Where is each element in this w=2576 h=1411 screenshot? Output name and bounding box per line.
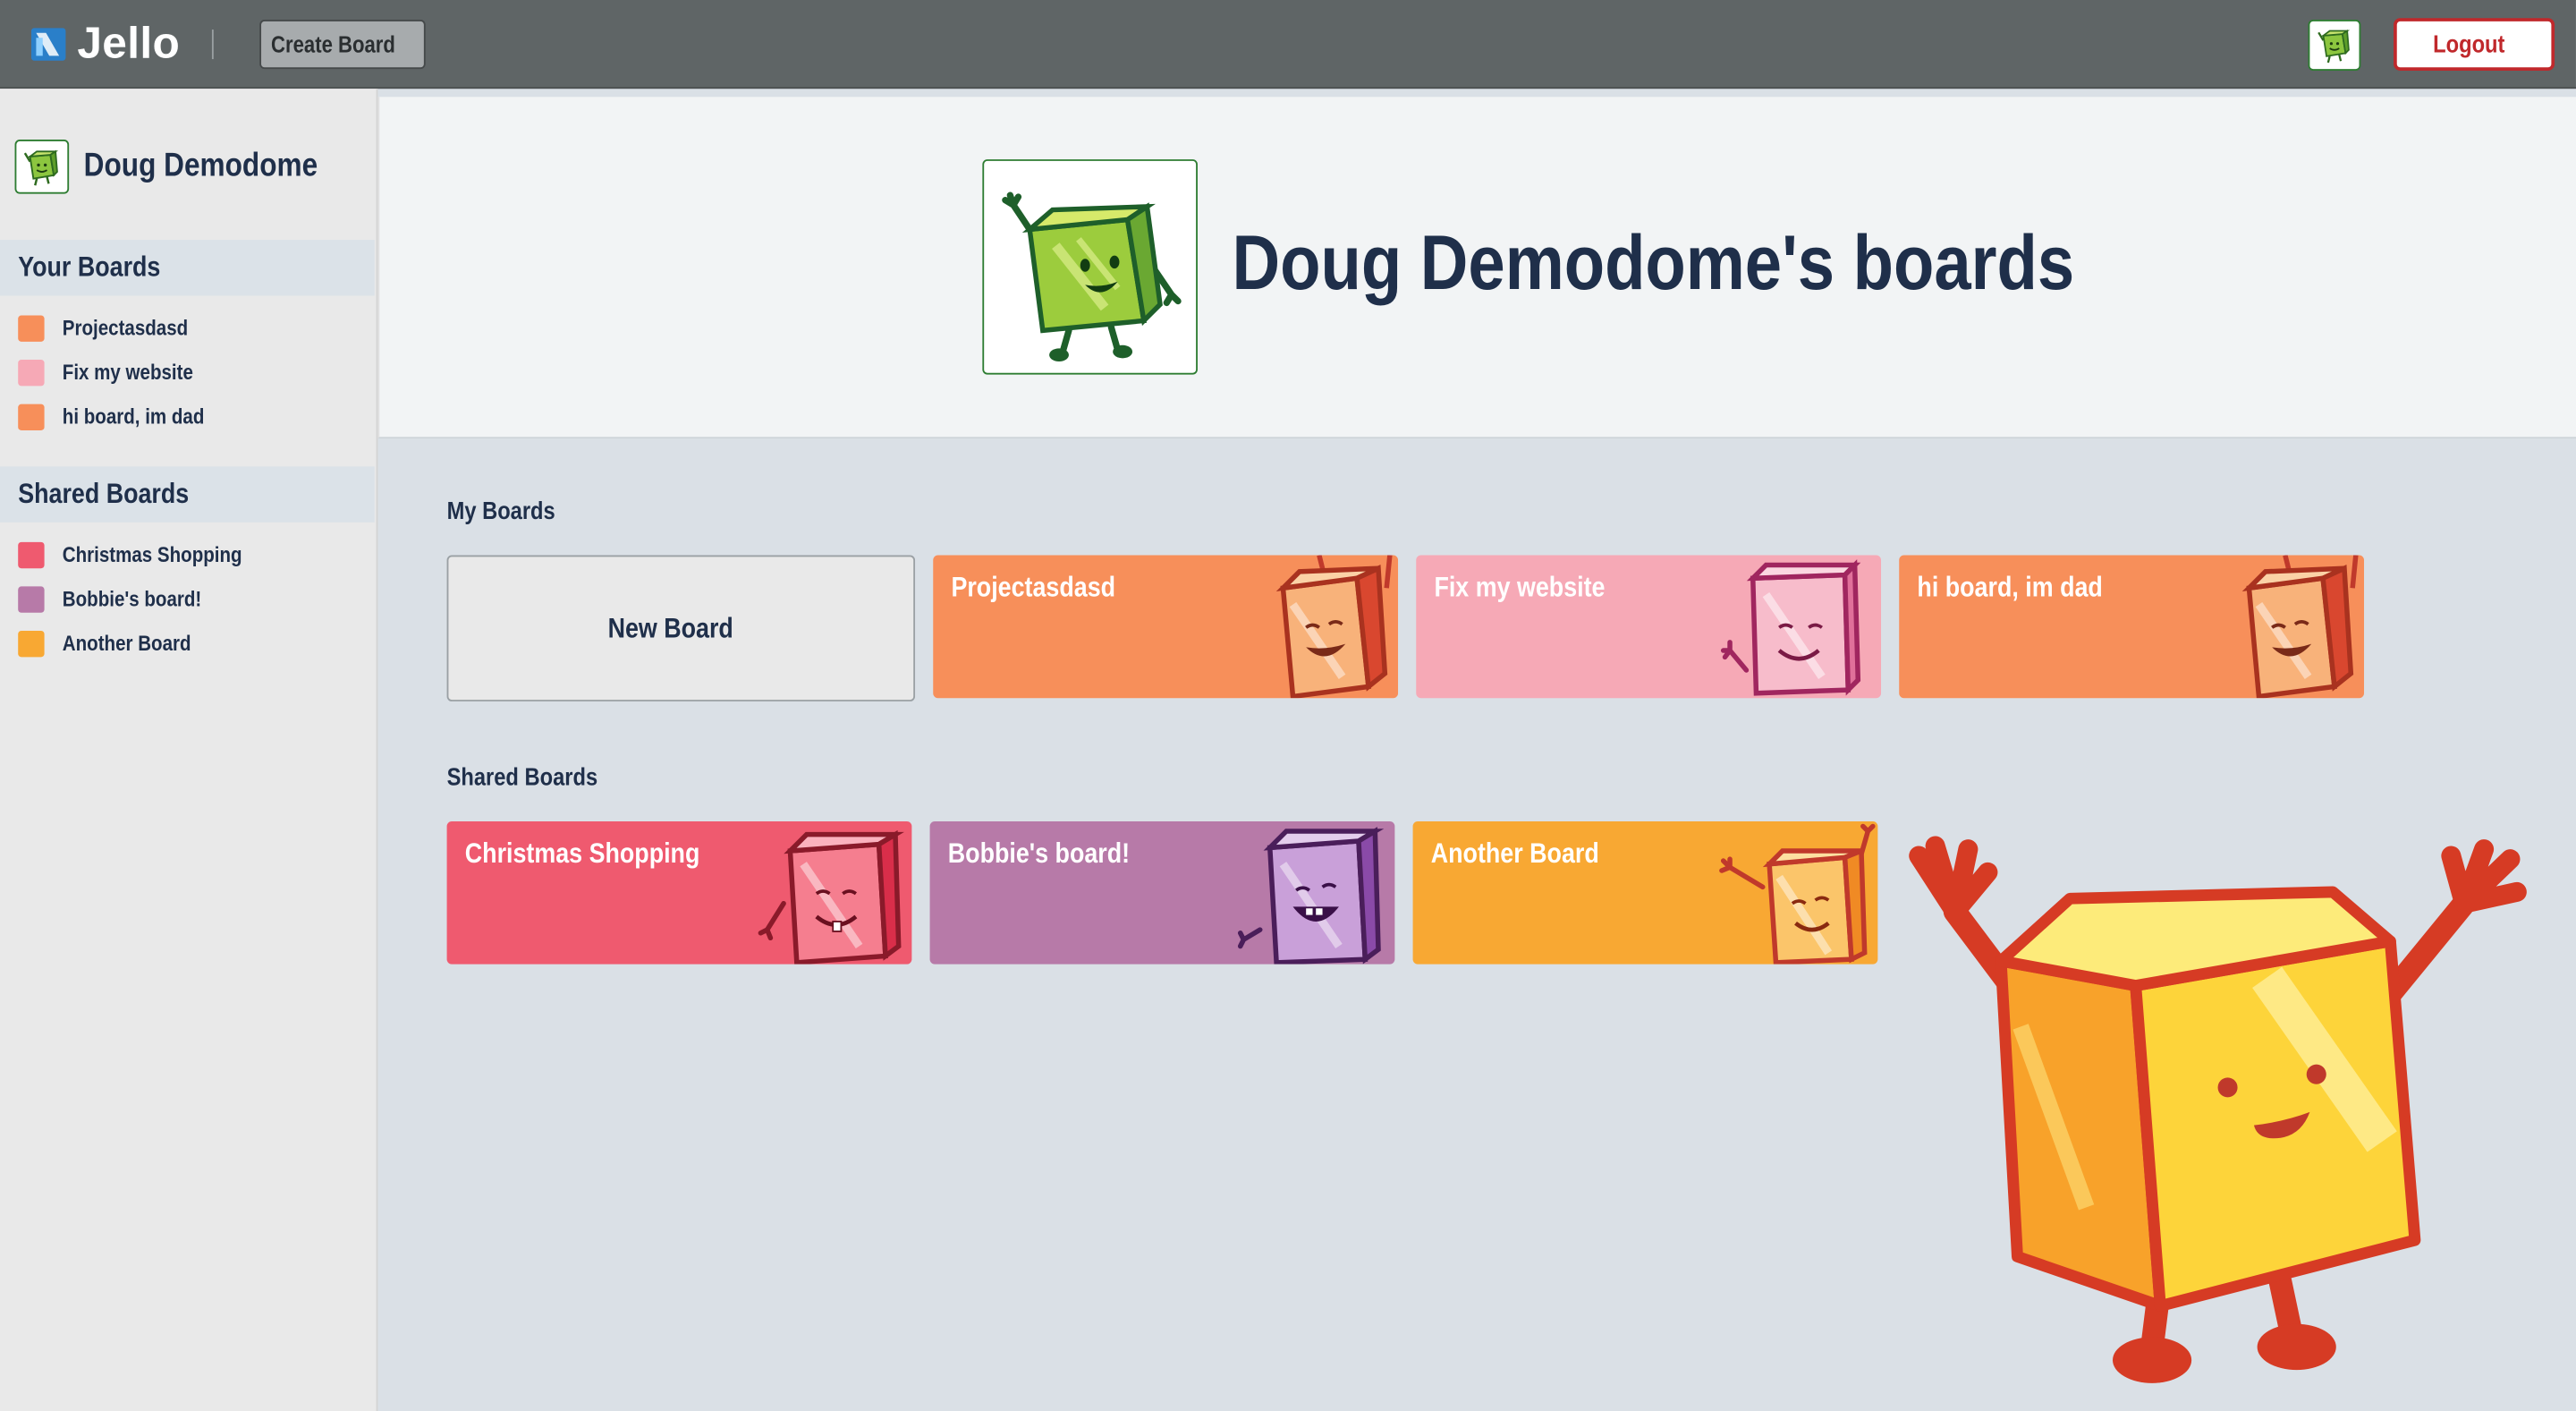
create-board-button[interactable]: Create Board bbox=[259, 20, 426, 70]
green-cube-mascot-icon bbox=[1002, 191, 1182, 361]
app-name: Jello bbox=[77, 18, 181, 68]
board-tile-bobbies-board[interactable]: Bobbie's board! bbox=[929, 820, 1395, 965]
your-boards-header-label: Your Boards bbox=[18, 251, 161, 283]
sidebar-item-label: Another Board bbox=[62, 630, 191, 656]
green-cube-avatar-icon bbox=[23, 149, 59, 186]
sidebar: Doug Demodome Your Boards Projectasdasd … bbox=[0, 89, 378, 1411]
sidebar-item-label: Fix my website bbox=[62, 360, 193, 385]
board-tile-projectasdasd[interactable]: Projectasdasd bbox=[933, 555, 1399, 699]
jello-logo[interactable]: Jello bbox=[30, 18, 275, 69]
sidebar-item-label: Projectasdasd bbox=[62, 315, 189, 341]
board-color-swatch bbox=[18, 360, 45, 387]
my-boards-label: My Boards bbox=[446, 497, 555, 526]
sidebar-avatar bbox=[14, 140, 70, 194]
big-yellow-cube-mascot-icon bbox=[1909, 836, 2527, 1383]
board-title: Fix my website bbox=[1434, 571, 1606, 603]
board-tile-hi-board-im-dad[interactable]: hi board, im dad bbox=[1899, 555, 2365, 699]
logout-label: Logout bbox=[2432, 30, 2504, 59]
board-color-swatch bbox=[18, 315, 45, 342]
board-tile-fix-my-website[interactable]: Fix my website bbox=[1416, 555, 1882, 699]
shared-boards-label: Shared Boards bbox=[446, 763, 598, 792]
shared-boards-header-label: Shared Boards bbox=[18, 478, 190, 510]
sidebar-item-fix-my-website[interactable]: Fix my website bbox=[18, 358, 366, 387]
sidebar-item-label: Christmas Shopping bbox=[62, 541, 242, 567]
board-title: Bobbie's board! bbox=[947, 837, 1131, 870]
shared-boards-header: Shared Boards bbox=[0, 466, 375, 523]
red-cube-mascot-icon bbox=[758, 829, 904, 965]
create-board-label: Create Board bbox=[270, 30, 395, 58]
purple-cube-mascot-icon bbox=[1237, 827, 1385, 965]
user-avatar[interactable] bbox=[2308, 20, 2361, 71]
new-board-label: New Board bbox=[607, 611, 734, 643]
board-title: Christmas Shopping bbox=[464, 837, 700, 870]
your-boards-header: Your Boards bbox=[0, 240, 375, 296]
sidebar-item-bobbies-board[interactable]: Bobbie's board! bbox=[18, 585, 366, 615]
profile-header: Doug Demodome's boards bbox=[377, 97, 2576, 439]
board-color-swatch bbox=[18, 541, 45, 569]
board-tile-christmas-shopping[interactable]: Christmas Shopping bbox=[446, 820, 912, 965]
board-color-swatch bbox=[18, 630, 45, 658]
page-title: Doug Demodome's boards bbox=[1232, 218, 2075, 306]
board-title: Another Board bbox=[1430, 837, 1599, 870]
green-cube-avatar-icon bbox=[2318, 29, 2351, 64]
sidebar-item-another-board[interactable]: Another Board bbox=[18, 629, 366, 659]
sidebar-user[interactable]: Doug Demodome bbox=[14, 140, 369, 194]
app-root: Jello Create Board Logout Doug Demodome … bbox=[0, 0, 2576, 1411]
logout-button[interactable]: Logout bbox=[2394, 18, 2555, 71]
board-color-swatch bbox=[18, 404, 45, 431]
sidebar-item-label: Bobbie's board! bbox=[62, 586, 202, 611]
sidebar-item-label: hi board, im dad bbox=[62, 404, 205, 429]
board-title: hi board, im dad bbox=[1917, 571, 2103, 603]
board-color-swatch bbox=[18, 586, 45, 613]
sidebar-username: Doug Demodome bbox=[83, 148, 318, 184]
pink-cube-mascot-icon bbox=[1720, 559, 1861, 696]
sidebar-item-hi-board-im-dad[interactable]: hi board, im dad bbox=[18, 403, 366, 432]
board-title: Projectasdasd bbox=[951, 571, 1116, 603]
yellow-cube-mascot-icon bbox=[1719, 823, 1876, 965]
orange-cube-mascot-icon bbox=[2241, 555, 2359, 699]
topbar-divider bbox=[211, 30, 214, 60]
profile-avatar bbox=[982, 159, 1198, 375]
new-board-button[interactable]: New Board bbox=[446, 555, 916, 701]
sidebar-item-projectasdasd[interactable]: Projectasdasd bbox=[18, 314, 366, 344]
top-navigation-bar: Jello Create Board Logout bbox=[0, 0, 2576, 89]
jello-logo-icon bbox=[30, 28, 66, 61]
orange-cube-mascot-icon bbox=[1275, 555, 1393, 699]
board-tile-another-board[interactable]: Another Board bbox=[1412, 820, 1878, 965]
sidebar-item-christmas-shopping[interactable]: Christmas Shopping bbox=[18, 540, 366, 570]
